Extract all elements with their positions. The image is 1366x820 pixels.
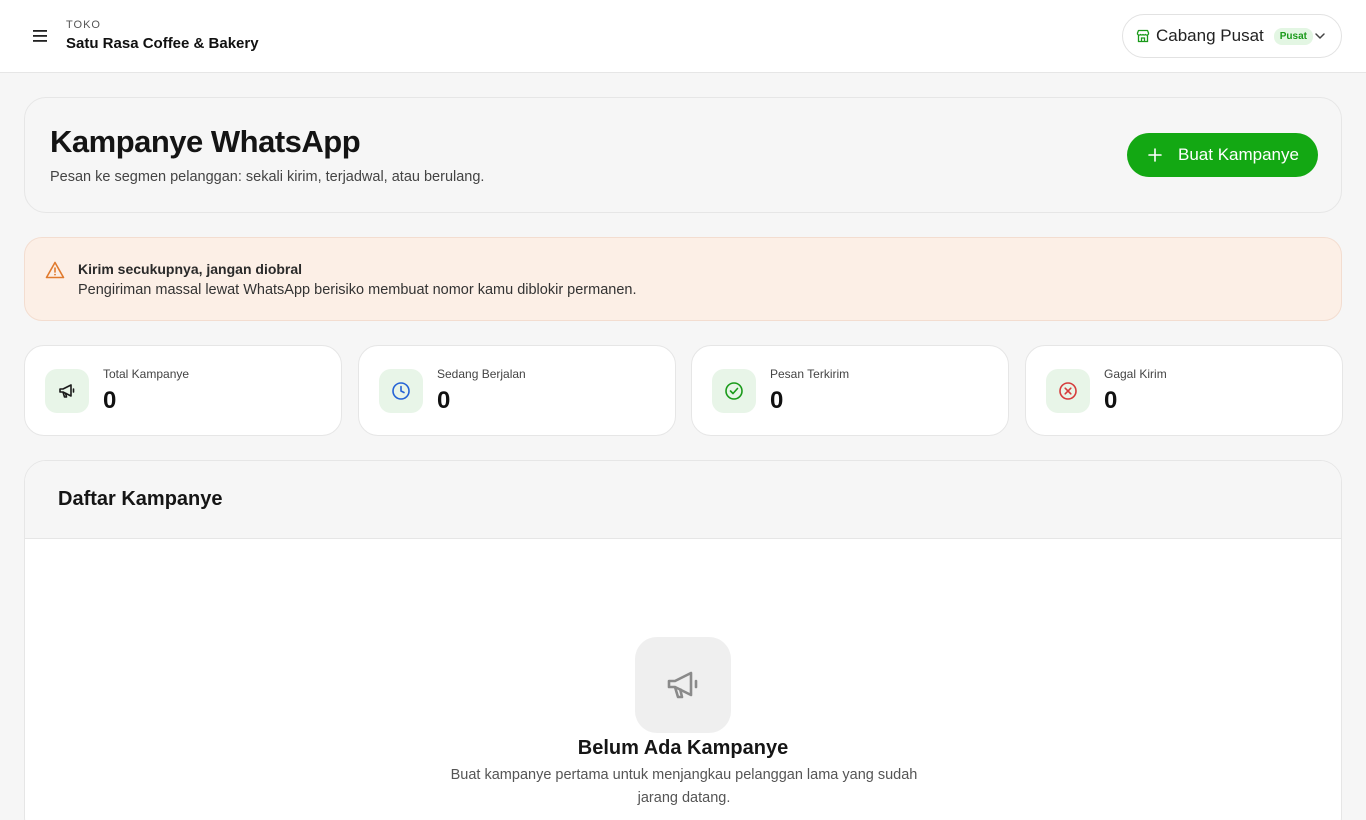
page-subtitle: Pesan ke segmen pelanggan: sekali kirim,… (50, 169, 485, 185)
warning-text: Pengiriman massal lewat WhatsApp berisik… (78, 282, 637, 298)
create-campaign-label: Buat Kampanye (1178, 145, 1299, 164)
store-icon (1136, 29, 1150, 43)
menu-button[interactable] (30, 26, 50, 46)
plus-icon (1148, 148, 1162, 162)
megaphone-icon (59, 384, 75, 398)
create-campaign-button[interactable]: Buat Kampanye (1127, 133, 1318, 177)
stat-label: Total Kampanye (103, 367, 190, 381)
campaign-list-header: Daftar Kampanye (25, 461, 1341, 539)
warning-banner: Kirim secukupnya, jangan diobral Pengiri… (24, 237, 1342, 321)
empty-state-icon-box (635, 637, 731, 733)
check-circle-icon (725, 382, 743, 400)
x-circle-icon (1059, 382, 1077, 400)
stat-label: Pesan Terkirim (770, 367, 850, 381)
campaign-list: Daftar Kampanye Belum Ada Kampanye Buat … (24, 460, 1342, 820)
campaign-list-title: Daftar Kampanye (58, 488, 223, 510)
top-bar: TOKO Satu Rasa Coffee & Bakery Cabang Pu… (0, 0, 1366, 73)
stat-running: Sedang Berjalan 0 (358, 345, 676, 436)
page-title: Kampanye WhatsApp (50, 124, 361, 159)
stat-value: 0 (103, 387, 117, 414)
store-name: Satu Rasa Coffee & Bakery (66, 35, 259, 52)
store-label: TOKO (66, 19, 101, 31)
empty-state-title: Belum Ada Kampanye (577, 737, 789, 759)
stat-value: 0 (1104, 387, 1118, 414)
chevron-down-icon (1315, 33, 1325, 39)
stat-value: 0 (770, 387, 784, 414)
stat-total-campaigns: Total Kampanye 0 (24, 345, 342, 436)
megaphone-icon (667, 671, 698, 699)
branch-name: Cabang Pusat (1156, 26, 1264, 45)
branch-badge: Pusat (1273, 27, 1313, 45)
stat-value: 0 (437, 387, 451, 414)
stat-failed: Gagal Kirim 0 (1025, 345, 1343, 436)
stat-messages-sent: Pesan Terkirim 0 (691, 345, 1009, 436)
empty-state-text: Buat kampanye pertama untuk menjangkau p… (450, 767, 918, 806)
stat-label: Sedang Berjalan (437, 367, 526, 381)
stat-label: Gagal Kirim (1104, 367, 1167, 381)
warning-title: Kirim secukupnya, jangan diobral (78, 261, 303, 277)
warning-icon (45, 261, 65, 279)
clock-icon (392, 382, 410, 400)
branch-selector[interactable]: Cabang Pusat Pusat (1122, 14, 1342, 58)
page-header: Kampanye WhatsApp Pesan ke segmen pelang… (24, 97, 1342, 213)
hamburger-icon (33, 30, 47, 42)
